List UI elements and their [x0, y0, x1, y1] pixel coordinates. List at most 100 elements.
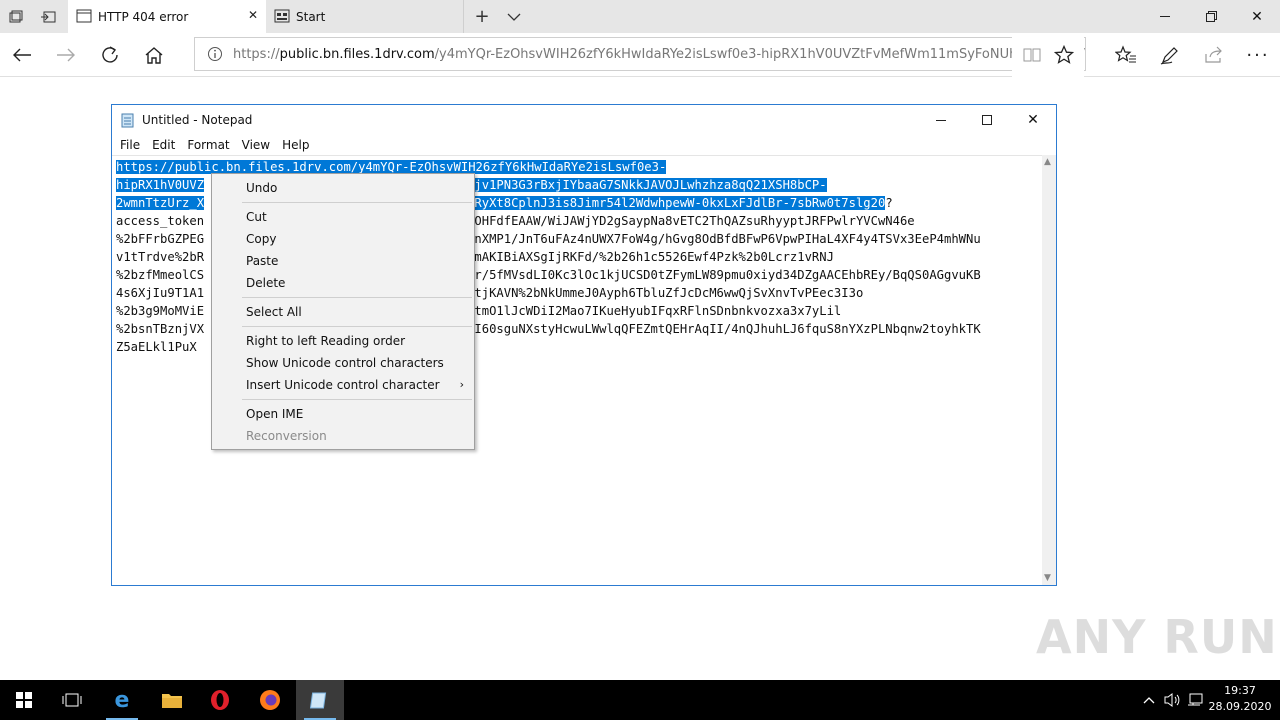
info-icon[interactable]: [207, 46, 223, 62]
arrow-right-icon: [57, 48, 75, 62]
task-view-button[interactable]: [48, 680, 96, 720]
close-window-button[interactable]: ✕: [1234, 0, 1280, 33]
menu-item-cut[interactable]: Cut: [212, 206, 474, 228]
vertical-scrollbar[interactable]: ▲ ▼: [1042, 155, 1056, 585]
scroll-down-icon[interactable]: ▼: [1044, 573, 1051, 583]
share-icon: [1205, 46, 1222, 63]
menu-item-open-ime[interactable]: Open IME: [212, 403, 474, 425]
menu-item-paste[interactable]: Paste: [212, 250, 474, 272]
menu-format[interactable]: Format: [183, 138, 237, 152]
favorites-hub-button[interactable]: [1104, 33, 1148, 77]
system-clock[interactable]: 19:37 28.09.2020: [1200, 683, 1280, 715]
folder-icon: [162, 694, 182, 708]
context-menu: Undo Cut Copy Paste Delete Select All Ri…: [211, 173, 475, 450]
set-aside-icon: [41, 11, 56, 22]
start-button[interactable]: [0, 680, 48, 720]
page-icon: [76, 9, 92, 23]
settings-more-button[interactable]: ···: [1236, 33, 1280, 77]
edge-icon: e: [114, 687, 130, 713]
set-aside-tabs-button[interactable]: [32, 0, 64, 33]
task-view-icon: [62, 693, 82, 707]
chevron-down-icon: [507, 13, 521, 21]
speaker-icon: [1164, 693, 1180, 707]
notepad-menu-bar: File Edit Format View Help: [112, 135, 1056, 155]
star-icon: [1054, 45, 1074, 64]
tab-preview-button[interactable]: [498, 0, 530, 33]
notepad-maximize-button[interactable]: [964, 105, 1010, 135]
pen-icon: [1160, 47, 1178, 65]
close-icon: ✕: [1027, 112, 1039, 128]
menu-item-label: Reconversion: [246, 429, 327, 443]
web-note-button[interactable]: [1148, 33, 1192, 77]
menu-item-copy[interactable]: Copy: [212, 228, 474, 250]
menu-item-select-all[interactable]: Select All: [212, 301, 474, 323]
url-path: /y4mYQr-EzOhsvWIH26zfY6kHwIdaRYe2isLswf0…: [434, 46, 1086, 62]
selected-text: https://public.bn.files.1drv.com/y4mYQr-…: [116, 160, 667, 174]
close-tab-icon[interactable]: ✕: [248, 8, 258, 22]
show-hidden-icons-button[interactable]: [1138, 680, 1160, 720]
menu-item-reconversion: Reconversion: [212, 425, 474, 447]
menu-item-undo[interactable]: Undo: [212, 177, 474, 199]
menu-edit[interactable]: Edit: [148, 138, 183, 152]
restore-button[interactable]: [1188, 0, 1234, 33]
taskbar-edge[interactable]: e: [98, 680, 146, 720]
address-bar[interactable]: https://public.bn.files.1drv.com/y4mYQr-…: [194, 37, 1086, 71]
home-button[interactable]: [132, 33, 176, 77]
taskbar-opera[interactable]: [196, 680, 244, 720]
text-segment: access_token: [116, 214, 205, 228]
text-segment: %2b3g9MoMViE: [116, 304, 205, 318]
taskbar-firefox[interactable]: [246, 680, 294, 720]
url-scheme: https://: [233, 46, 280, 62]
notepad-title-bar[interactable]: Untitled - Notepad ✕: [112, 105, 1056, 135]
notepad-close-button[interactable]: ✕: [1010, 105, 1056, 135]
menu-help[interactable]: Help: [278, 138, 317, 152]
tab-manager-button[interactable]: [0, 0, 32, 33]
favorite-button[interactable]: [1044, 33, 1084, 77]
notepad-minimize-button[interactable]: [918, 105, 964, 135]
tab-title: HTTP 404 error: [98, 9, 189, 24]
browser-navbar: https://public.bn.files.1drv.com/y4mYQr-…: [0, 33, 1280, 77]
menu-file[interactable]: File: [116, 138, 148, 152]
menu-item-insert-unicode[interactable]: Insert Unicode control character ›: [212, 374, 474, 396]
tabs-aside-icon: [9, 10, 23, 22]
menu-item-label: Copy: [246, 232, 277, 246]
taskbar-notepad[interactable]: [296, 680, 344, 720]
menu-view[interactable]: View: [238, 138, 278, 152]
more-icon: ···: [1246, 44, 1270, 66]
submenu-arrow-icon: ›: [459, 378, 464, 391]
menu-item-label: Right to left Reading order: [246, 334, 406, 348]
new-tab-button[interactable]: +: [466, 0, 498, 33]
menu-separator: [242, 326, 472, 327]
maximize-icon: [982, 115, 992, 125]
menu-item-delete[interactable]: Delete: [212, 272, 474, 294]
plus-icon: +: [474, 6, 490, 27]
taskbar: e 19:37 28.09.2020: [0, 680, 1280, 720]
volume-button[interactable]: [1160, 680, 1184, 720]
opera-icon: [211, 690, 229, 710]
menu-item-rtl-reading[interactable]: Right to left Reading order: [212, 330, 474, 352]
refresh-icon: [102, 46, 118, 63]
tab-title: Start: [296, 9, 326, 24]
notepad-icon: [121, 113, 134, 128]
menu-item-show-unicode[interactable]: Show Unicode control characters: [212, 352, 474, 374]
text-segment: dmAKIBiAXSgIjRKFd/%2b26h1c5526Ewf4Pzk%2b…: [467, 250, 834, 264]
text-segment: Br/5fMVsdLI0Kc3lOc1kjUCSD0tZFymLW89pmu0x…: [467, 268, 981, 282]
share-button[interactable]: [1192, 33, 1236, 77]
chevron-up-icon: [1143, 697, 1155, 704]
menu-separator: [242, 202, 472, 203]
forward-button[interactable]: [44, 33, 88, 77]
text-segment: 4s6XjIu9T1A1: [116, 286, 205, 300]
close-icon: ✕: [1251, 8, 1263, 25]
menu-item-label: Show Unicode control characters: [246, 356, 444, 370]
tab-start[interactable]: Start: [266, 0, 464, 33]
minimize-button[interactable]: [1142, 0, 1188, 33]
menu-item-label: Select All: [246, 305, 302, 319]
taskbar-file-explorer[interactable]: [148, 680, 196, 720]
windows-logo-icon: [16, 692, 32, 708]
tab-http-404[interactable]: HTTP 404 error ✕: [68, 0, 266, 33]
firefox-icon: [260, 690, 280, 710]
text-segment: /OHFdfEAAW/WiJAWjYD2gSaypNa8vETC2ThQAZsu…: [467, 214, 915, 228]
refresh-button[interactable]: [88, 33, 132, 77]
back-button[interactable]: [0, 33, 44, 77]
scroll-up-icon[interactable]: ▲: [1044, 157, 1051, 167]
